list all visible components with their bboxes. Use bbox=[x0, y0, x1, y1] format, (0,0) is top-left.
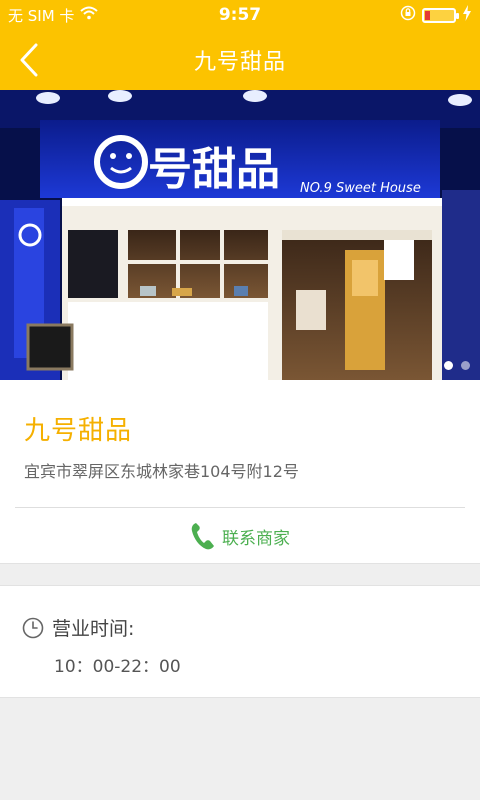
carousel-dots bbox=[444, 361, 470, 370]
chevron-left-icon bbox=[20, 43, 38, 77]
status-bar: 无 SIM 卡 9:57 bbox=[0, 0, 480, 30]
carousel-dot-1[interactable] bbox=[444, 361, 453, 370]
carrier-label: 无 SIM 卡 bbox=[8, 6, 75, 25]
sign-text: 号甜品 bbox=[148, 144, 280, 195]
hours-title-row: 营业时间: bbox=[22, 614, 134, 641]
page-title: 九号甜品 bbox=[193, 50, 286, 75]
charging-icon bbox=[462, 5, 472, 25]
sign-subtext: NO.9 Sweet House bbox=[300, 181, 421, 196]
battery-level bbox=[425, 10, 430, 20]
carousel-dot-2[interactable] bbox=[461, 361, 470, 370]
status-right bbox=[400, 5, 472, 25]
business-hours-card: 营业时间: 10：00-22：00 bbox=[0, 585, 480, 698]
phone-icon bbox=[191, 523, 214, 550]
status-left: 无 SIM 卡 bbox=[8, 5, 99, 26]
hours-title: 营业时间: bbox=[52, 618, 135, 640]
nav-bar: 九号甜品 bbox=[0, 30, 480, 90]
rotation-lock-icon bbox=[400, 5, 416, 25]
hero-carousel[interactable]: 号甜品 NO.9 Sweet House bbox=[0, 90, 480, 380]
shop-name: 九号甜品 bbox=[24, 416, 133, 446]
battery-icon bbox=[422, 7, 459, 23]
hours-value: 10：00-22：00 bbox=[54, 657, 181, 677]
storefront-image: 号甜品 NO.9 Sweet House bbox=[0, 90, 480, 380]
contact-merchant-button[interactable]: 联系商家 bbox=[0, 508, 480, 564]
contact-label: 联系商家 bbox=[222, 528, 290, 549]
back-button[interactable] bbox=[14, 42, 44, 78]
shop-address: 宜宾市翠屏区东城林家巷104号附12号 bbox=[24, 462, 299, 481]
wifi-icon bbox=[80, 6, 99, 24]
clock-icon bbox=[22, 617, 44, 638]
shop-info-card: 九号甜品 宜宾市翠屏区东城林家巷104号附12号 联系商家 bbox=[0, 380, 480, 564]
